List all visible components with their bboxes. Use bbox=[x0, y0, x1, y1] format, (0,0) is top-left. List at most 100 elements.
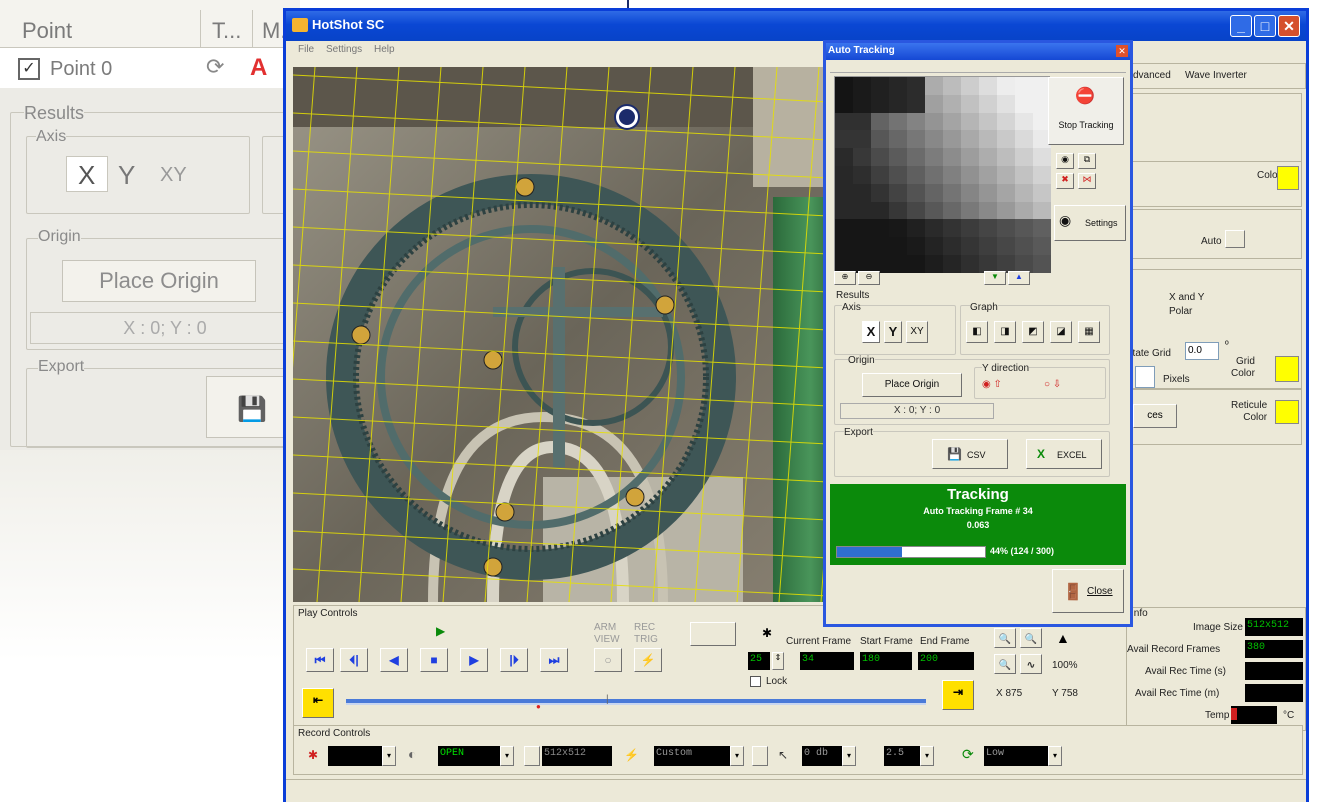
minimize-button[interactable]: _ bbox=[1230, 15, 1252, 37]
close-window-button[interactable]: ✕ bbox=[1278, 15, 1300, 37]
stop-tracking-button[interactable]: ⛔ Stop Tracking bbox=[1048, 77, 1124, 145]
tab-wave-inverter[interactable]: Wave Inverter bbox=[1185, 70, 1247, 81]
csv-button[interactable]: 💾 CSV bbox=[932, 439, 1008, 469]
lock-icon-button[interactable] bbox=[752, 746, 768, 766]
jump-start-button[interactable]: ⇤ bbox=[302, 688, 334, 718]
start-frame-value[interactable]: 180 bbox=[860, 652, 912, 670]
graph-a-icon[interactable]: ◪ bbox=[1050, 321, 1072, 343]
flip-icon[interactable]: ⋈ bbox=[1078, 173, 1096, 189]
rotate-grid-input[interactable]: 0.0 bbox=[1185, 342, 1219, 360]
color-swatch[interactable] bbox=[1277, 166, 1299, 190]
menu-settings[interactable]: Settings bbox=[326, 44, 362, 55]
tab-advanced[interactable]: dvanced bbox=[1133, 70, 1171, 81]
arm-view-button[interactable]: ○ bbox=[594, 648, 622, 672]
graph-table-icon[interactable]: ▦ bbox=[1078, 321, 1100, 343]
menu-help[interactable]: Help bbox=[374, 44, 395, 55]
zoom-out-small-icon[interactable]: ⊖ bbox=[858, 271, 880, 285]
level-dropdown[interactable]: ▾ bbox=[1048, 746, 1062, 766]
y-up-radio[interactable]: ◉ ⇧ bbox=[982, 379, 1002, 390]
speed-spinner[interactable]: ⇕ bbox=[772, 652, 784, 670]
at-axis-x[interactable]: X bbox=[862, 321, 880, 343]
jump-end-button[interactable]: ⇥ bbox=[942, 680, 974, 710]
dialog-close-icon[interactable]: ✕ bbox=[1116, 45, 1128, 57]
ces-button[interactable]: ces bbox=[1133, 404, 1177, 428]
graph-d-icon[interactable]: ◨ bbox=[994, 321, 1016, 343]
tracking-title: Tracking bbox=[947, 486, 1009, 503]
end-frame-value[interactable]: 200 bbox=[918, 652, 974, 670]
at-axis-y[interactable]: Y bbox=[884, 321, 902, 343]
copy-icon[interactable]: ⧉ bbox=[1078, 153, 1096, 169]
stop-button[interactable]: ■ bbox=[420, 648, 448, 672]
shutter-select[interactable]: OPEN bbox=[438, 746, 500, 766]
axis-xy-button[interactable]: XY bbox=[160, 164, 187, 187]
rec-trig-button[interactable]: ⚡ bbox=[634, 648, 662, 672]
video-frame[interactable] bbox=[293, 67, 848, 602]
graph-v-icon[interactable]: ◩ bbox=[1022, 321, 1044, 343]
at-origin-coords: X : 0; Y : 0 bbox=[840, 403, 994, 419]
tracking-frame: Auto Tracking Frame # 34 bbox=[923, 506, 1033, 516]
excel-button[interactable]: X EXCEL bbox=[1026, 439, 1102, 469]
shutter-dropdown[interactable]: ▾ bbox=[500, 746, 514, 766]
prev-segment-button[interactable]: ⏴| bbox=[340, 648, 368, 672]
zoom-in-small-icon[interactable]: ⊕ bbox=[834, 271, 856, 285]
current-frame-value[interactable]: 34 bbox=[800, 652, 854, 670]
at-axis-xy[interactable]: XY bbox=[906, 321, 928, 343]
mode-select[interactable]: Custom bbox=[654, 746, 730, 766]
settings-target-icon: ◉ bbox=[1059, 212, 1072, 228]
level-select[interactable]: Low bbox=[984, 746, 1048, 766]
pixels-input[interactable] bbox=[1135, 366, 1155, 388]
hotshot-main-window: HotShot SC _ □ ✕ File Settings Help dvan… bbox=[283, 8, 1309, 802]
record-mode-dropdown[interactable]: ▾ bbox=[382, 746, 396, 766]
radio-x-and-y[interactable]: X and Y bbox=[1169, 292, 1204, 303]
delete-target-icon[interactable]: ✖ bbox=[1056, 173, 1074, 189]
record-mode-select[interactable] bbox=[328, 746, 382, 766]
radio-polar[interactable]: Polar bbox=[1169, 306, 1192, 317]
auto-tracking-title-bar[interactable]: Auto Tracking ✕ bbox=[826, 43, 1130, 60]
gain-select[interactable]: 0 db bbox=[802, 746, 842, 766]
pixels-label: Pixels bbox=[1163, 374, 1190, 385]
reticule-color-swatch[interactable] bbox=[1275, 400, 1299, 424]
place-origin-button[interactable]: Place Origin bbox=[62, 260, 256, 302]
resolution-button[interactable] bbox=[524, 746, 540, 766]
first-frame-button[interactable]: ⏮ bbox=[306, 648, 334, 672]
next-segment-button[interactable]: |⏵ bbox=[500, 648, 528, 672]
mode-dropdown[interactable]: ▾ bbox=[730, 746, 744, 766]
zoom-out-icon[interactable]: 🔍 bbox=[1020, 628, 1042, 648]
origin-coords: X : 0; Y : 0 bbox=[30, 312, 300, 344]
close-button[interactable]: 🚪 Close bbox=[1052, 569, 1124, 613]
point-checkbox[interactable]: ✓ bbox=[18, 58, 40, 80]
y-down-radio[interactable]: ○ ⇩ bbox=[1044, 379, 1061, 390]
arrow-up-icon[interactable]: ▲ bbox=[1008, 271, 1030, 285]
axis-y-button[interactable]: Y bbox=[118, 160, 135, 191]
at-place-origin-button[interactable]: Place Origin bbox=[862, 373, 962, 397]
contrast-icon[interactable]: ▲ bbox=[1056, 630, 1070, 646]
graph-p-icon[interactable]: ◧ bbox=[966, 321, 988, 343]
step-back-button[interactable]: ◀ bbox=[380, 648, 408, 672]
temp-unit: °C bbox=[1283, 710, 1295, 721]
lock-checkbox[interactable] bbox=[750, 676, 761, 687]
curve-icon[interactable]: ∿ bbox=[1020, 654, 1042, 674]
maximize-button[interactable]: □ bbox=[1254, 15, 1276, 37]
arrow-down-icon[interactable]: ▼ bbox=[984, 271, 1006, 285]
gain2-dropdown[interactable]: ▾ bbox=[920, 746, 934, 766]
last-frame-button[interactable]: ⏭ bbox=[540, 648, 568, 672]
tab-strip: dvanced Wave Inverter bbox=[1126, 63, 1306, 89]
axis-x-button[interactable]: X bbox=[78, 160, 95, 191]
gain2-select[interactable]: 2.5 bbox=[884, 746, 920, 766]
target-icon[interactable]: ◉ bbox=[1056, 153, 1074, 169]
timeline-slider[interactable]: ● | bbox=[346, 694, 926, 711]
play-button[interactable]: ▶ bbox=[460, 648, 488, 672]
blank-button[interactable] bbox=[690, 622, 736, 646]
export-label: Export bbox=[38, 358, 85, 376]
grid-color-swatch[interactable] bbox=[1275, 356, 1299, 382]
axis-label: Axis bbox=[36, 128, 67, 146]
timeline-thumb[interactable]: | bbox=[606, 694, 609, 705]
zoom-in-icon[interactable]: 🔍 bbox=[994, 628, 1016, 648]
auto-target-button[interactable] bbox=[1225, 230, 1245, 248]
zoom-fit-icon[interactable]: 🔍 bbox=[994, 654, 1016, 674]
gain-dropdown[interactable]: ▾ bbox=[842, 746, 856, 766]
speed-value[interactable]: 25 bbox=[748, 652, 770, 670]
menu-file[interactable]: File bbox=[298, 44, 314, 55]
settings-button[interactable]: ◉ Settings bbox=[1054, 205, 1126, 241]
title-bar[interactable]: HotShot SC _ □ ✕ bbox=[286, 11, 1306, 41]
